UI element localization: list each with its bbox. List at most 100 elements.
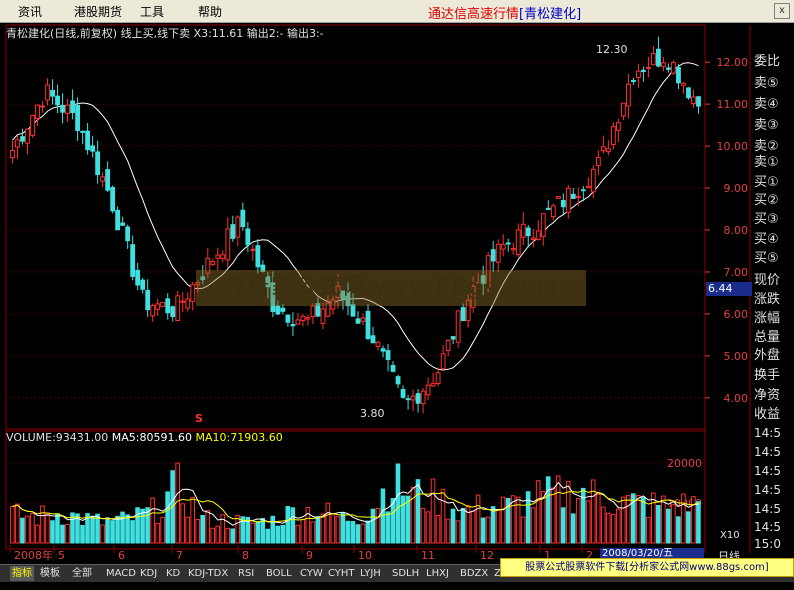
candle-body [666, 67, 671, 70]
volume-bar [90, 515, 95, 544]
candle-body [295, 319, 301, 325]
volume-bar [500, 496, 506, 544]
candle-body [145, 289, 151, 311]
candle-body [625, 83, 631, 107]
candle-body [445, 339, 451, 351]
volume-bar [115, 515, 120, 544]
candle-body [681, 82, 686, 86]
volume-bar [610, 513, 616, 544]
volume-bar [345, 520, 351, 544]
volume-bar [565, 481, 571, 544]
volume-bar [195, 518, 200, 544]
volume-bar [470, 510, 476, 544]
candle-body [691, 96, 696, 105]
tab-kdj[interactable]: KDJ [138, 566, 159, 581]
candle-body [676, 67, 681, 84]
ad-banner[interactable]: 股票公式股票软件下载[分析家公式网www.88gs.com] [500, 558, 794, 577]
volume-bar [515, 496, 521, 544]
candle-body [75, 104, 81, 131]
volume-bar [140, 508, 145, 544]
tab-macd[interactable]: MACD [104, 566, 138, 581]
stock-name: [青松建化] [519, 7, 582, 22]
candle-body [375, 341, 381, 348]
menu-hk-futures[interactable]: 港股期货 [74, 3, 122, 20]
tab-sdlh[interactable]: SDLH [390, 566, 421, 581]
tab-lhxj[interactable]: LHXJ [424, 566, 451, 581]
candle-body [651, 52, 656, 66]
menu-help[interactable]: 帮助 [198, 3, 222, 20]
candle-body [95, 151, 101, 176]
volume-bar [600, 506, 606, 544]
quote-label-change: 涨跌 [754, 292, 781, 307]
volume-bar [425, 511, 431, 544]
candle-body [530, 237, 536, 240]
time-label: 14:5 [754, 483, 781, 497]
price-tick-label: 7.00 [724, 266, 749, 279]
quote-label-weibi: 委比 [754, 54, 781, 69]
candle-body [646, 66, 651, 69]
candle-body [250, 248, 256, 251]
volume-bar [150, 497, 155, 544]
volume-bar [490, 506, 496, 544]
volume-bar [530, 507, 536, 544]
candle-body [70, 100, 75, 114]
volume-bar [445, 518, 451, 544]
candle-body [45, 84, 50, 101]
tab-template[interactable]: 模板 [38, 566, 62, 581]
volume-bar [265, 528, 271, 544]
quote-label-buy2: 买② [754, 193, 779, 208]
candle-body [605, 148, 611, 153]
volume-bar [440, 488, 446, 544]
candle-body [686, 87, 691, 99]
candle-body [245, 228, 251, 246]
volume-bar [255, 521, 261, 544]
candle-body [85, 130, 91, 151]
volume-bar [50, 520, 55, 544]
tab-all[interactable]: 全部 [70, 566, 94, 581]
volume-bar [285, 505, 291, 544]
tab-bdzx[interactable]: BDZX [458, 566, 490, 581]
volume-bar [355, 524, 361, 544]
candle-body [10, 150, 15, 159]
menu-news[interactable]: 资讯 [18, 3, 42, 20]
volume-bar [575, 498, 581, 544]
tab-rsi[interactable]: RSI [236, 566, 256, 581]
tab-cyw[interactable]: CYW [298, 566, 325, 581]
volume-bar [395, 463, 401, 544]
candle-body [575, 195, 581, 199]
candle-body [280, 307, 286, 312]
tab-boll[interactable]: BOLL [264, 566, 294, 581]
candle-body [370, 335, 376, 344]
candle-body [696, 96, 701, 107]
volume-bar [335, 516, 341, 544]
candle-body [220, 254, 226, 259]
price-tick-label: 4.00 [724, 392, 749, 405]
candle-body [160, 301, 166, 307]
volume-bar [636, 495, 641, 544]
volume-bar [320, 513, 326, 544]
tab-indicator[interactable]: 指标 [10, 566, 34, 581]
candle-body [630, 79, 636, 82]
volume-bar [165, 491, 170, 544]
quote-label-sell1: 卖① [754, 155, 779, 170]
volume-bar [525, 491, 531, 544]
menu-tools[interactable]: 工具 [140, 3, 164, 20]
tab-kd[interactable]: KD [164, 566, 182, 581]
price-tick-label: 5.00 [724, 350, 749, 363]
volume-bar [661, 495, 666, 544]
volume-bar [415, 479, 421, 544]
volume-bar [400, 495, 406, 544]
tab-cyht[interactable]: CYHT [326, 566, 357, 581]
candle-body [590, 168, 596, 193]
quote-label-sell4: 卖④ [754, 97, 779, 112]
close-icon[interactable]: x [774, 3, 790, 19]
volume-bar [550, 487, 556, 544]
candle-body [515, 229, 521, 256]
candle-body [400, 389, 406, 398]
tab-lyjh[interactable]: LYJH [358, 566, 383, 581]
time-label: 14:5 [754, 464, 781, 478]
volume-bar [80, 524, 85, 544]
candle-body [430, 382, 436, 387]
quote-label-buy3: 买③ [754, 212, 779, 227]
tab-kdj-tdx[interactable]: KDJ-TDX [186, 566, 230, 581]
